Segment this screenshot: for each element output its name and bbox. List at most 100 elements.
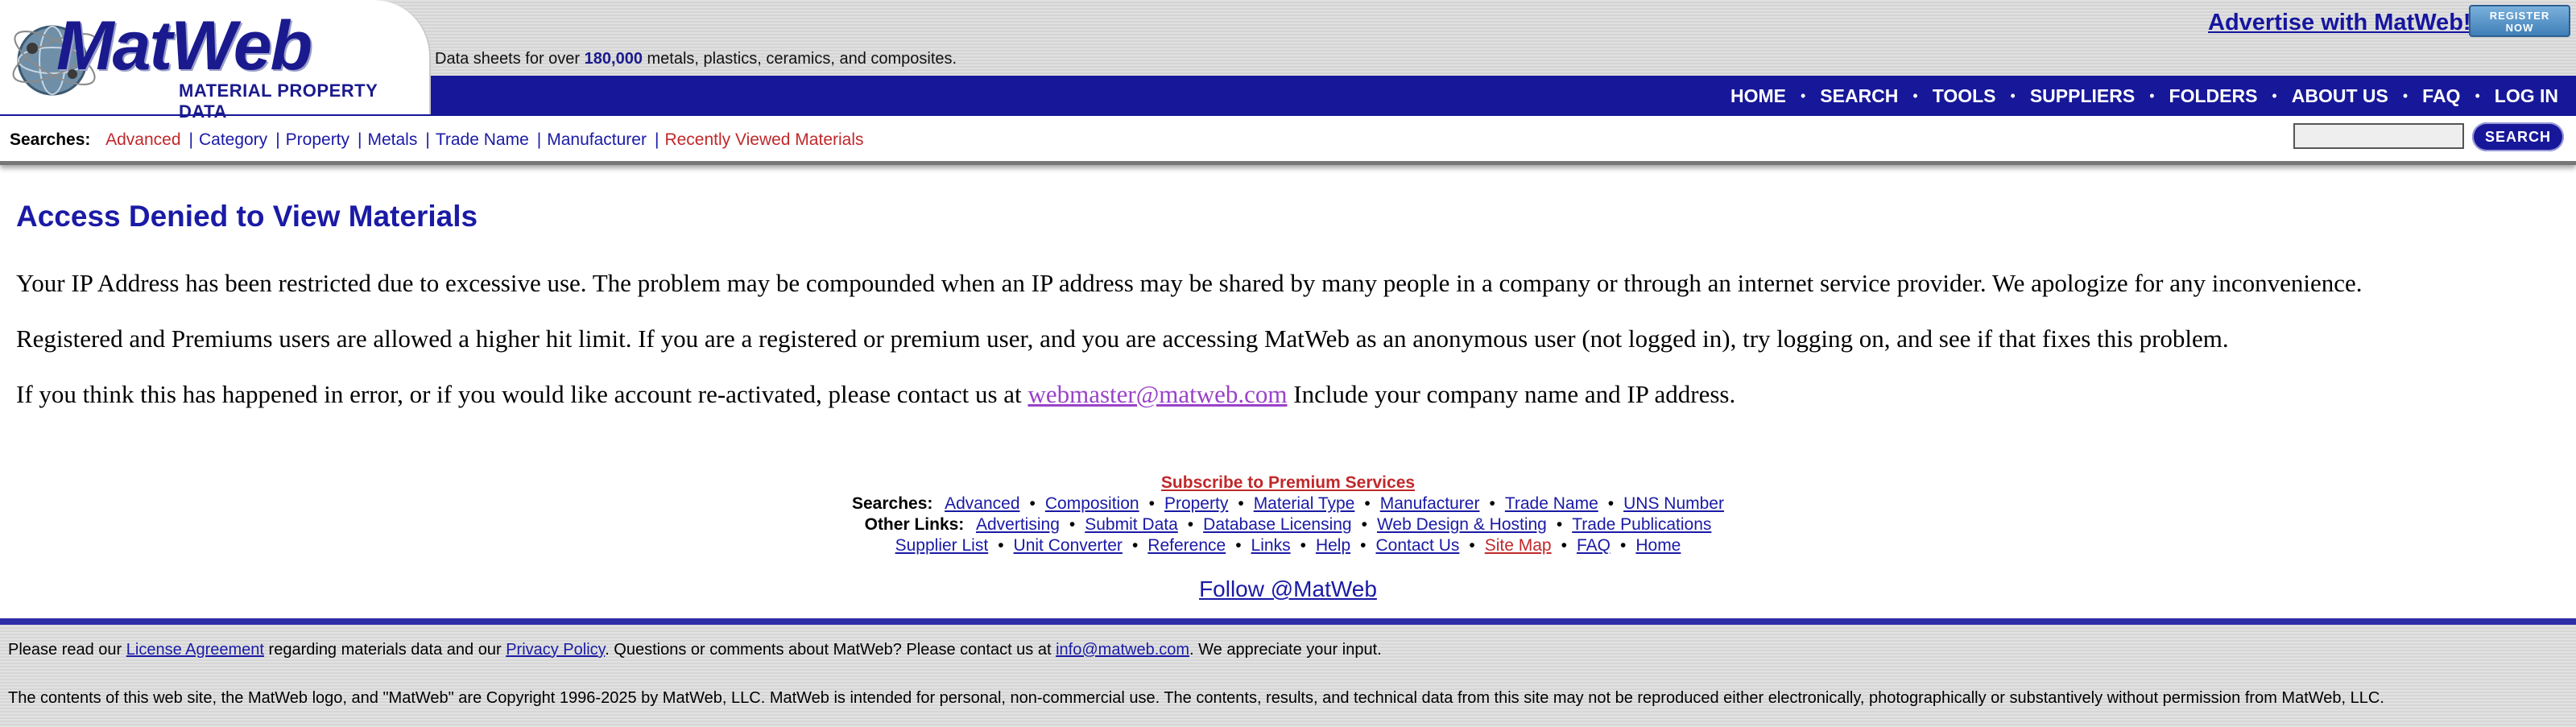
footer-other-link-trade-publications[interactable]: Trade Publications	[1572, 515, 1711, 534]
search-link-metals[interactable]: Metals	[368, 130, 418, 149]
footer-separator: •	[1029, 494, 1036, 513]
search-link-advanced[interactable]: Advanced	[105, 130, 180, 149]
search-link-separator: |	[358, 130, 362, 149]
footer-links: Subscribe to Premium Services Searches: …	[0, 473, 2576, 556]
matweb-logo[interactable]: MatWeb MATERIAL PROPERTY DATA	[0, 0, 431, 122]
logo-subtitle: MATERIAL PROPERTY DATA	[179, 81, 378, 122]
follow-matweb-link[interactable]: Follow @MatWeb	[0, 576, 2576, 602]
footer-separator: •	[1235, 536, 1242, 555]
search-link-manufacturer[interactable]: Manufacturer	[547, 130, 647, 149]
search-link-separator: |	[654, 130, 660, 149]
legal-text-b: regarding materials data and our	[264, 641, 507, 659]
footer-separator: •	[1556, 515, 1563, 534]
search-link-separator: |	[275, 130, 280, 149]
legal-notice: Please read our License Agreement regard…	[8, 641, 1382, 659]
nav-item-log-in[interactable]: LOG IN	[2495, 85, 2558, 107]
main-content: Access Denied to View Materials Your IP …	[16, 200, 2561, 408]
footer-more-link-help[interactable]: Help	[1316, 536, 1350, 555]
footer-search-link-trade-name[interactable]: Trade Name	[1505, 494, 1598, 513]
license-agreement-link[interactable]: License Agreement	[126, 641, 264, 659]
tagline-suffix: metals, plastics, ceramics, and composit…	[642, 50, 957, 68]
footer-more-link-site-map[interactable]: Site Map	[1485, 536, 1552, 555]
search-link-separator: |	[188, 130, 193, 149]
footer-searches-label: Searches:	[852, 494, 933, 513]
footer-search-link-property[interactable]: Property	[1164, 494, 1228, 513]
tagline-prefix: Data sheets for over	[435, 50, 585, 68]
footer-searches-links: Advanced • Composition • Property • Material T…	[945, 494, 1724, 513]
contact-message: If you think this has happened in error,…	[16, 380, 1735, 409]
footer-search-link-material-type[interactable]: Material Type	[1254, 494, 1355, 513]
footer-separator: •	[998, 536, 1004, 555]
nav-separator: •	[1912, 87, 1918, 104]
footer-separator: •	[1361, 515, 1367, 534]
footer-separator: •	[1364, 494, 1371, 513]
footer-other-link-advertising[interactable]: Advertising	[976, 515, 1060, 534]
footer-separator: •	[1069, 515, 1076, 534]
search-link-separator: |	[425, 130, 430, 149]
searches-links-row: Searches: Advanced | Category | Property | Met…	[10, 130, 864, 150]
nav-item-suppliers[interactable]: SUPPLIERS	[2030, 85, 2135, 107]
search-link-trade-name[interactable]: Trade Name	[436, 130, 529, 149]
footer-other-link-database-licensing[interactable]: Database Licensing	[1203, 515, 1351, 534]
nav-separator: •	[2010, 87, 2016, 104]
footer-more-link-contact-us[interactable]: Contact Us	[1376, 536, 1460, 555]
nav-item-home[interactable]: HOME	[1730, 85, 1786, 107]
footer-search-link-manufacturer[interactable]: Manufacturer	[1380, 494, 1480, 513]
footer-searches-row: Searches: Advanced • Composition • Property •…	[0, 494, 2576, 514]
register-now-button[interactable]: REGISTER NOW	[2469, 5, 2570, 37]
footer-other-link-submit-data[interactable]: Submit Data	[1085, 515, 1178, 534]
footer-separator: •	[1561, 536, 1567, 555]
nav-item-faq[interactable]: FAQ	[2422, 85, 2460, 107]
legal-footer: Please read our License Agreement regard…	[0, 618, 2576, 727]
search-link-recently-viewed-materials[interactable]: Recently Viewed Materials	[664, 130, 863, 149]
main-nav-menu: HOME • SEARCH • TOOLS • SUPPLIERS • FOLDERS • ABOU…	[1730, 76, 2558, 116]
tagline-count: 180,000	[584, 50, 643, 68]
footer-search-link-advanced[interactable]: Advanced	[945, 494, 1019, 513]
restriction-message: Your IP Address has been restricted due …	[16, 269, 2363, 297]
footer-more-link-faq[interactable]: FAQ	[1577, 536, 1611, 555]
nav-item-tools[interactable]: TOOLS	[1933, 85, 1996, 107]
search-link-property[interactable]: Property	[286, 130, 349, 149]
privacy-policy-link[interactable]: Privacy Policy	[506, 641, 605, 659]
footer-more-link-reference[interactable]: Reference	[1147, 536, 1226, 555]
nav-item-search[interactable]: SEARCH	[1820, 85, 1898, 107]
footer-separator: •	[1238, 494, 1244, 513]
nav-item-folders[interactable]: FOLDERS	[2169, 85, 2258, 107]
footer-other-links: Advertising • Submit Data • Database Licensi…	[976, 515, 1711, 534]
searches-links: Advanced | Category | Property | Metals | Trade …	[105, 130, 863, 149]
footer-more-link-unit-converter[interactable]: Unit Converter	[1014, 536, 1123, 555]
footer-separator: •	[1469, 536, 1475, 555]
searches-label: Searches:	[10, 130, 91, 149]
search-button[interactable]: SEARCH	[2472, 122, 2564, 151]
footer-separator: •	[1619, 536, 1627, 555]
advertise-link[interactable]: Advertise with MatWeb!	[2208, 10, 2471, 36]
footer-search-link-composition[interactable]: Composition	[1045, 494, 1139, 513]
quick-search-input[interactable]	[2293, 123, 2464, 149]
info-email-link[interactable]: info@matweb.com	[1056, 641, 1189, 659]
logo-wordmark: MatWeb	[56, 7, 312, 85]
copyright-notice: The contents of this web site, the MatWe…	[8, 689, 2384, 707]
nav-separator: •	[2149, 87, 2155, 104]
nav-item-about-us[interactable]: ABOUT US	[2292, 85, 2388, 107]
footer-other-link-web-design-and-hosting[interactable]: Web Design & Hosting	[1377, 515, 1547, 534]
search-link-category[interactable]: Category	[199, 130, 267, 149]
footer-more-link-supplier-list[interactable]: Supplier List	[895, 536, 989, 555]
page-title: Access Denied to View Materials	[16, 200, 478, 233]
contact-message-suffix: Include your company name and IP address…	[1287, 380, 1736, 408]
footer-more-link-home[interactable]: Home	[1635, 536, 1681, 555]
footer-separator: •	[1187, 515, 1194, 534]
nav-separator: •	[1800, 87, 1806, 104]
search-link-separator: |	[536, 130, 542, 149]
footer-more-links: Supplier List • Unit Converter • Reference • L…	[895, 536, 1681, 555]
site-tagline: Data sheets for over 180,000 metals, pla…	[435, 50, 957, 68]
footer-more-link-links[interactable]: Links	[1251, 536, 1291, 555]
footer-search-link-uns-number[interactable]: UNS Number	[1623, 494, 1724, 513]
footer-other-label: Other Links:	[864, 515, 965, 534]
webmaster-email-link[interactable]: webmaster@matweb.com	[1028, 380, 1287, 408]
nav-separator: •	[2272, 87, 2277, 104]
subscribe-premium-link[interactable]: Subscribe to Premium Services	[1161, 473, 1415, 493]
footer-separator: •	[1300, 536, 1306, 555]
footer-more-row: Supplier List • Unit Converter • Reference • L…	[0, 536, 2576, 556]
footer-other-row: Other Links: Advertising • Submit Data • Dat…	[0, 515, 2576, 535]
footer-separator: •	[1360, 536, 1367, 555]
